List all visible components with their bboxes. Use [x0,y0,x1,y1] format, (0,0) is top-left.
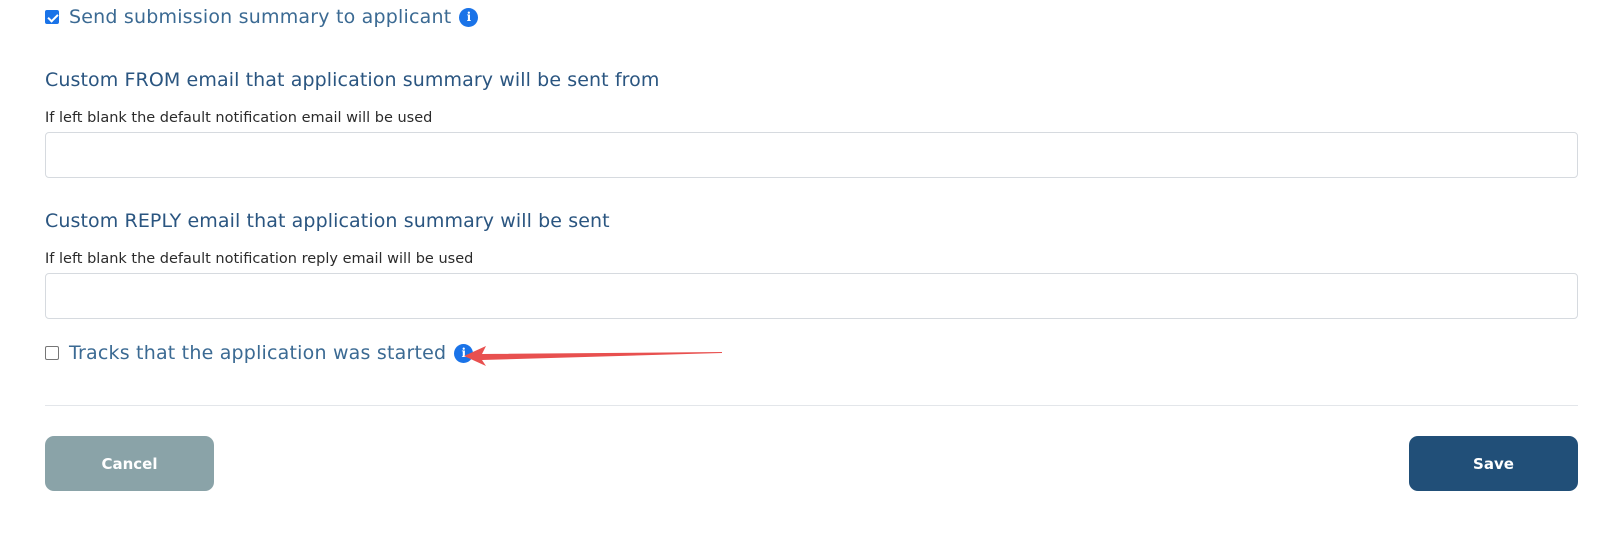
divider [45,405,1578,406]
tracking-checkbox-label[interactable]: Tracks that the application was started [69,342,446,364]
tracking-checkbox-row: Tracks that the application was started … [45,342,474,364]
reply-email-hint: If left blank the default notification r… [45,251,474,267]
save-button[interactable]: Save [1409,436,1578,491]
summary-checkbox-label[interactable]: Send submission summary to applicant [69,6,451,28]
info-icon[interactable]: i [459,7,479,27]
reply-email-field[interactable] [45,273,1578,319]
summary-checkbox-row: Send submission summary to applicant i [45,6,479,28]
from-email-field[interactable] [45,132,1578,178]
annotation-arrow-icon [464,346,722,366]
cancel-button[interactable]: Cancel [45,436,214,491]
tracking-checkbox[interactable] [45,346,59,360]
from-email-title: Custom FROM email that application summa… [45,69,660,91]
reply-email-title: Custom REPLY email that application summ… [45,210,610,232]
summary-checkbox[interactable] [45,10,59,24]
from-email-hint: If left blank the default notification e… [45,110,433,126]
